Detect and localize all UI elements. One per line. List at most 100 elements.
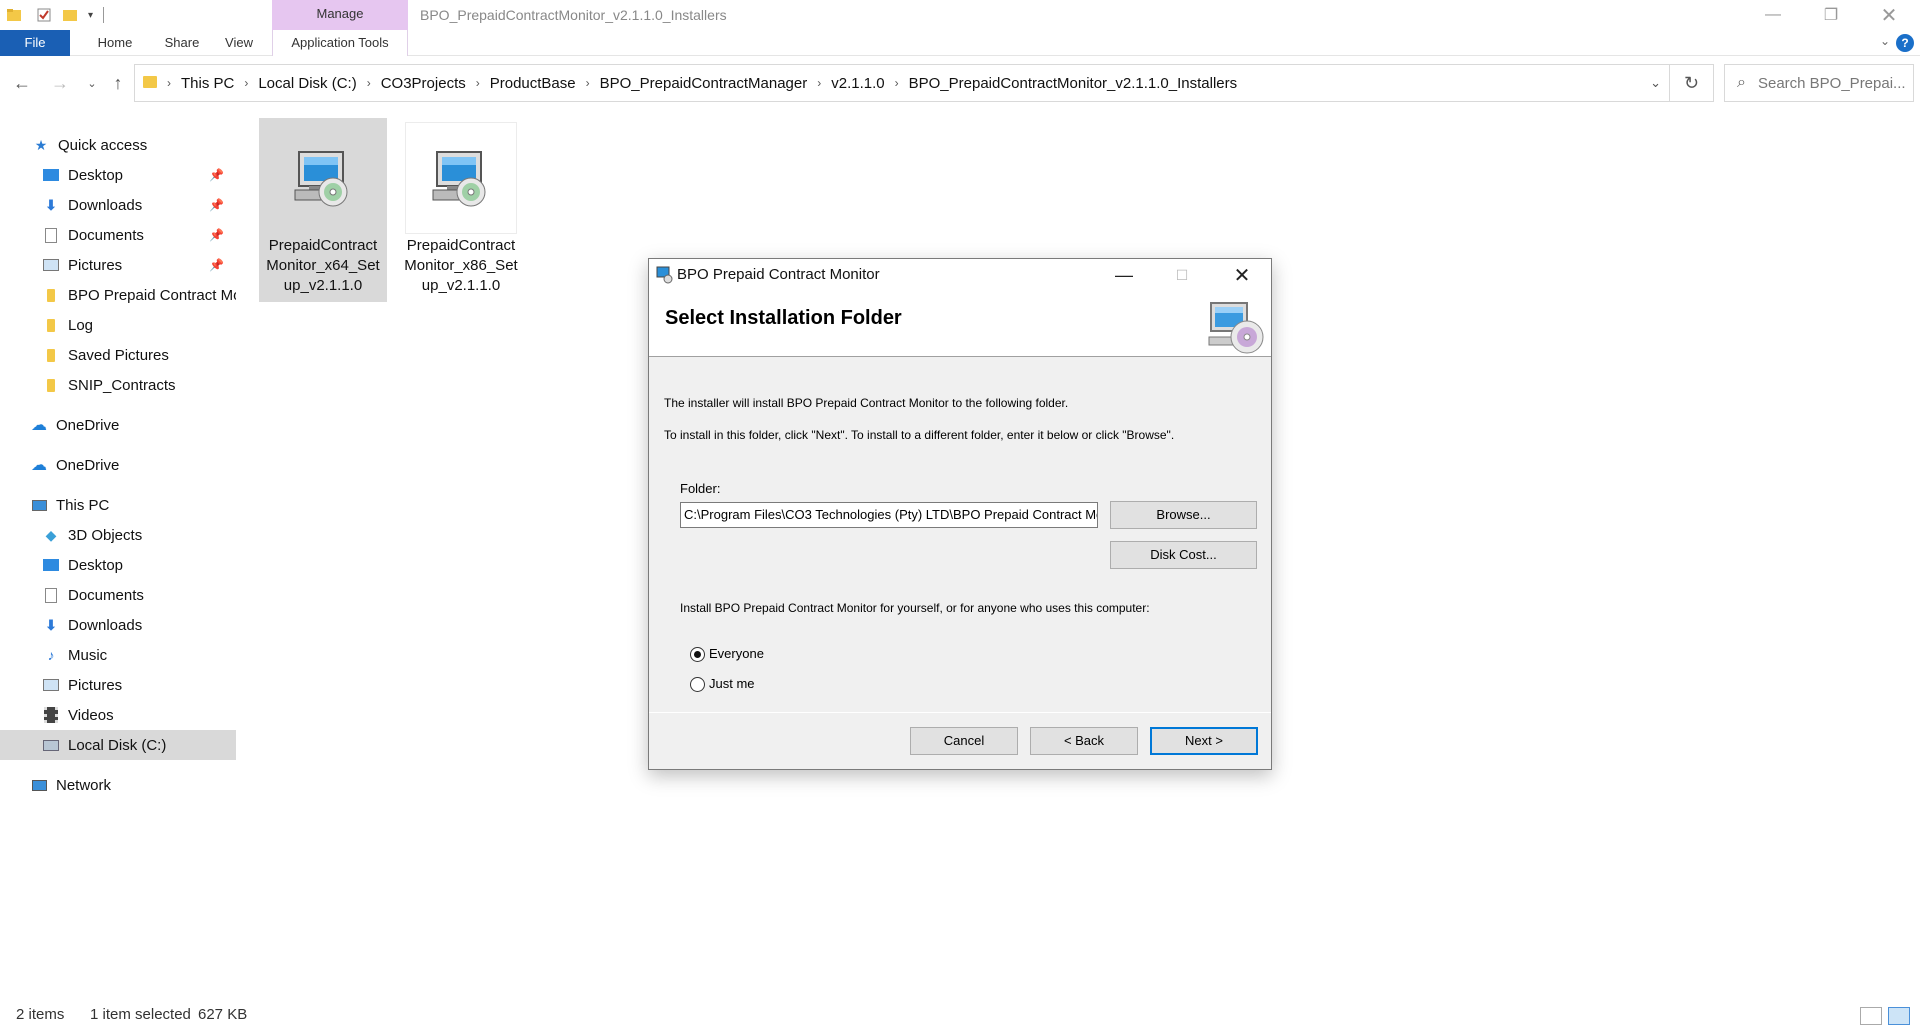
status-selected: 1 item selected: [90, 1006, 191, 1023]
nav-pc-downloads[interactable]: ⬇ Downloads: [0, 610, 236, 640]
breadcrumb-version[interactable]: v2.1.1.0 ›: [831, 75, 908, 92]
nav-label: SNIP_Contracts: [68, 376, 176, 394]
nav-label: Pictures: [68, 676, 123, 694]
nav-network[interactable]: Network: [0, 770, 236, 800]
dialog-close-icon[interactable]: ✕: [1213, 259, 1271, 291]
nav-label: Pictures: [68, 256, 123, 274]
nav-qa-bpo-prepaid[interactable]: BPO Prepaid Contract Mo: [0, 280, 236, 310]
nav-quick-access[interactable]: ★ Quick access: [0, 130, 236, 160]
up-arrow-icon[interactable]: ↑: [104, 70, 132, 96]
large-icons-view-icon[interactable]: [1888, 1007, 1910, 1025]
minimize-icon[interactable]: —: [1744, 0, 1802, 30]
disk-cost-button[interactable]: Disk Cost...: [1110, 541, 1257, 569]
properties-icon[interactable]: [36, 7, 52, 23]
breadcrumb-sep[interactable]: ›: [157, 76, 181, 90]
refresh-icon[interactable]: ↻: [1670, 64, 1714, 102]
tab-application-tools[interactable]: Application Tools: [272, 30, 408, 56]
nav-pc-pictures[interactable]: Pictures: [0, 670, 236, 700]
dialog-minimize-icon[interactable]: —: [1095, 259, 1153, 291]
help-icon[interactable]: ?: [1896, 34, 1914, 52]
document-icon: [42, 586, 60, 604]
nav-pc-music[interactable]: ♪ Music: [0, 640, 236, 670]
close-icon[interactable]: ✕: [1860, 0, 1918, 30]
qat-customize-icon[interactable]: ▾: [88, 10, 93, 21]
dialog-title: BPO Prepaid Contract Monitor: [677, 266, 880, 283]
network-icon: [30, 776, 48, 794]
nav-qa-snip-contracts[interactable]: SNIP_Contracts: [0, 370, 236, 400]
just-me-radio[interactable]: [690, 677, 705, 692]
cube-icon: ◆: [45, 526, 57, 543]
cancel-button[interactable]: Cancel: [910, 727, 1018, 755]
folder-icon: [42, 376, 60, 394]
file-item-x64-setup[interactable]: PrepaidContractMonitor_x64_Setup_v2.1.1.…: [259, 118, 387, 302]
status-size: 627 KB: [198, 1006, 248, 1023]
nav-onedrive-1[interactable]: ☁ OneDrive: [0, 410, 236, 440]
nav-qa-pictures[interactable]: Pictures 📌: [0, 250, 236, 280]
breadcrumb-local-disk[interactable]: Local Disk (C:) ›: [258, 75, 380, 92]
nav-label: Local Disk (C:): [68, 736, 167, 754]
computer-disc-icon: [1208, 302, 1264, 354]
breadcrumb-installers[interactable]: BPO_PrepaidContractMonitor_v2.1.1.0_Inst…: [909, 75, 1238, 92]
file-name: PrepaidContractMonitor_x64_Setup_v2.1.1.…: [266, 237, 380, 294]
address-dropdown-icon[interactable]: ⌄: [1650, 75, 1661, 91]
file-item-x86-setup[interactable]: PrepaidContractMonitor_x86_Setup_v2.1.1.…: [397, 118, 525, 302]
details-view-icon[interactable]: [1860, 1007, 1882, 1025]
nav-qa-log[interactable]: Log: [0, 310, 236, 340]
back-button[interactable]: < Back: [1030, 727, 1138, 755]
search-icon: ⌕: [1737, 74, 1746, 91]
everyone-radio[interactable]: [690, 647, 705, 662]
new-folder-icon[interactable]: [62, 7, 78, 23]
recent-locations-icon[interactable]: ⌄: [78, 70, 106, 96]
breadcrumb-productbase[interactable]: ProductBase ›: [490, 75, 600, 92]
address-bar[interactable]: › This PC › Local Disk (C:) › CO3Projects ›…: [134, 64, 1670, 102]
folder-icon[interactable]: [6, 7, 22, 23]
forward-arrow-icon[interactable]: →: [46, 70, 74, 96]
nav-pc-videos[interactable]: Videos: [0, 700, 236, 730]
tab-file[interactable]: File: [0, 30, 70, 56]
tab-share[interactable]: Share: [150, 30, 214, 56]
breadcrumb-co3projects[interactable]: CO3Projects ›: [381, 75, 490, 92]
nav-label: Downloads: [68, 196, 143, 214]
installer-package-icon: [267, 122, 379, 234]
expand-ribbon-icon[interactable]: ⌄: [1880, 34, 1890, 48]
just-me-label[interactable]: Just me: [709, 676, 755, 691]
pin-icon: 📌: [209, 168, 224, 182]
search-box[interactable]: ⌕ Search BPO_Prepai...: [1724, 64, 1914, 102]
everyone-label[interactable]: Everyone: [709, 646, 764, 661]
tab-view[interactable]: View: [214, 30, 264, 56]
nav-qa-downloads[interactable]: ⬇ Downloads 📌: [0, 190, 236, 220]
nav-qa-saved-pictures[interactable]: Saved Pictures: [0, 340, 236, 370]
navigation-pane: ★ Quick access Desktop 📌 ⬇ Downloads 📌 D…: [0, 124, 236, 994]
nav-pc-documents[interactable]: Documents: [0, 580, 236, 610]
folder-icon: [42, 286, 60, 304]
nav-pc-3d-objects[interactable]: ◆ 3D Objects: [0, 520, 236, 550]
breadcrumb-bpo-prepaidcontractmanager[interactable]: BPO_PrepaidContractManager ›: [600, 75, 832, 92]
manage-context-tab[interactable]: Manage: [272, 0, 408, 30]
folder-path-input[interactable]: C:\Program Files\CO3 Technologies (Pty) …: [680, 502, 1098, 528]
next-button[interactable]: Next >: [1150, 727, 1258, 755]
pin-icon: 📌: [209, 198, 224, 212]
desktop-icon: [42, 166, 60, 184]
nav-pc-desktop[interactable]: Desktop: [0, 550, 236, 580]
cloud-icon: ☁: [31, 457, 47, 474]
nav-label: OneDrive: [56, 416, 120, 434]
navigation-bar: ← → ⌄ ↑ › This PC › Local Disk (C:) › CO3P…: [0, 62, 1920, 104]
back-arrow-icon[interactable]: ←: [8, 70, 36, 96]
nav-label: Saved Pictures: [68, 346, 169, 364]
music-note-icon: ♪: [47, 647, 55, 663]
document-icon: [42, 226, 60, 244]
nav-label: Network: [56, 776, 112, 794]
tab-home[interactable]: Home: [80, 30, 150, 56]
nav-this-pc[interactable]: This PC: [0, 490, 236, 520]
nav-onedrive-2[interactable]: ☁ OneDrive: [0, 450, 236, 480]
browse-button[interactable]: Browse...: [1110, 501, 1257, 529]
pictures-icon: [42, 256, 60, 274]
download-arrow-icon: ⬇: [45, 616, 57, 633]
nav-pc-local-disk[interactable]: Local Disk (C:): [0, 730, 236, 760]
dialog-maximize-icon: ☐: [1175, 266, 1189, 283]
nav-qa-desktop[interactable]: Desktop 📌: [0, 160, 236, 190]
breadcrumb-this-pc[interactable]: This PC ›: [181, 75, 258, 92]
nav-qa-documents[interactable]: Documents 📌: [0, 220, 236, 250]
restore-icon[interactable]: ❐: [1802, 0, 1860, 30]
dialog-heading: Select Installation Folder: [665, 307, 902, 329]
